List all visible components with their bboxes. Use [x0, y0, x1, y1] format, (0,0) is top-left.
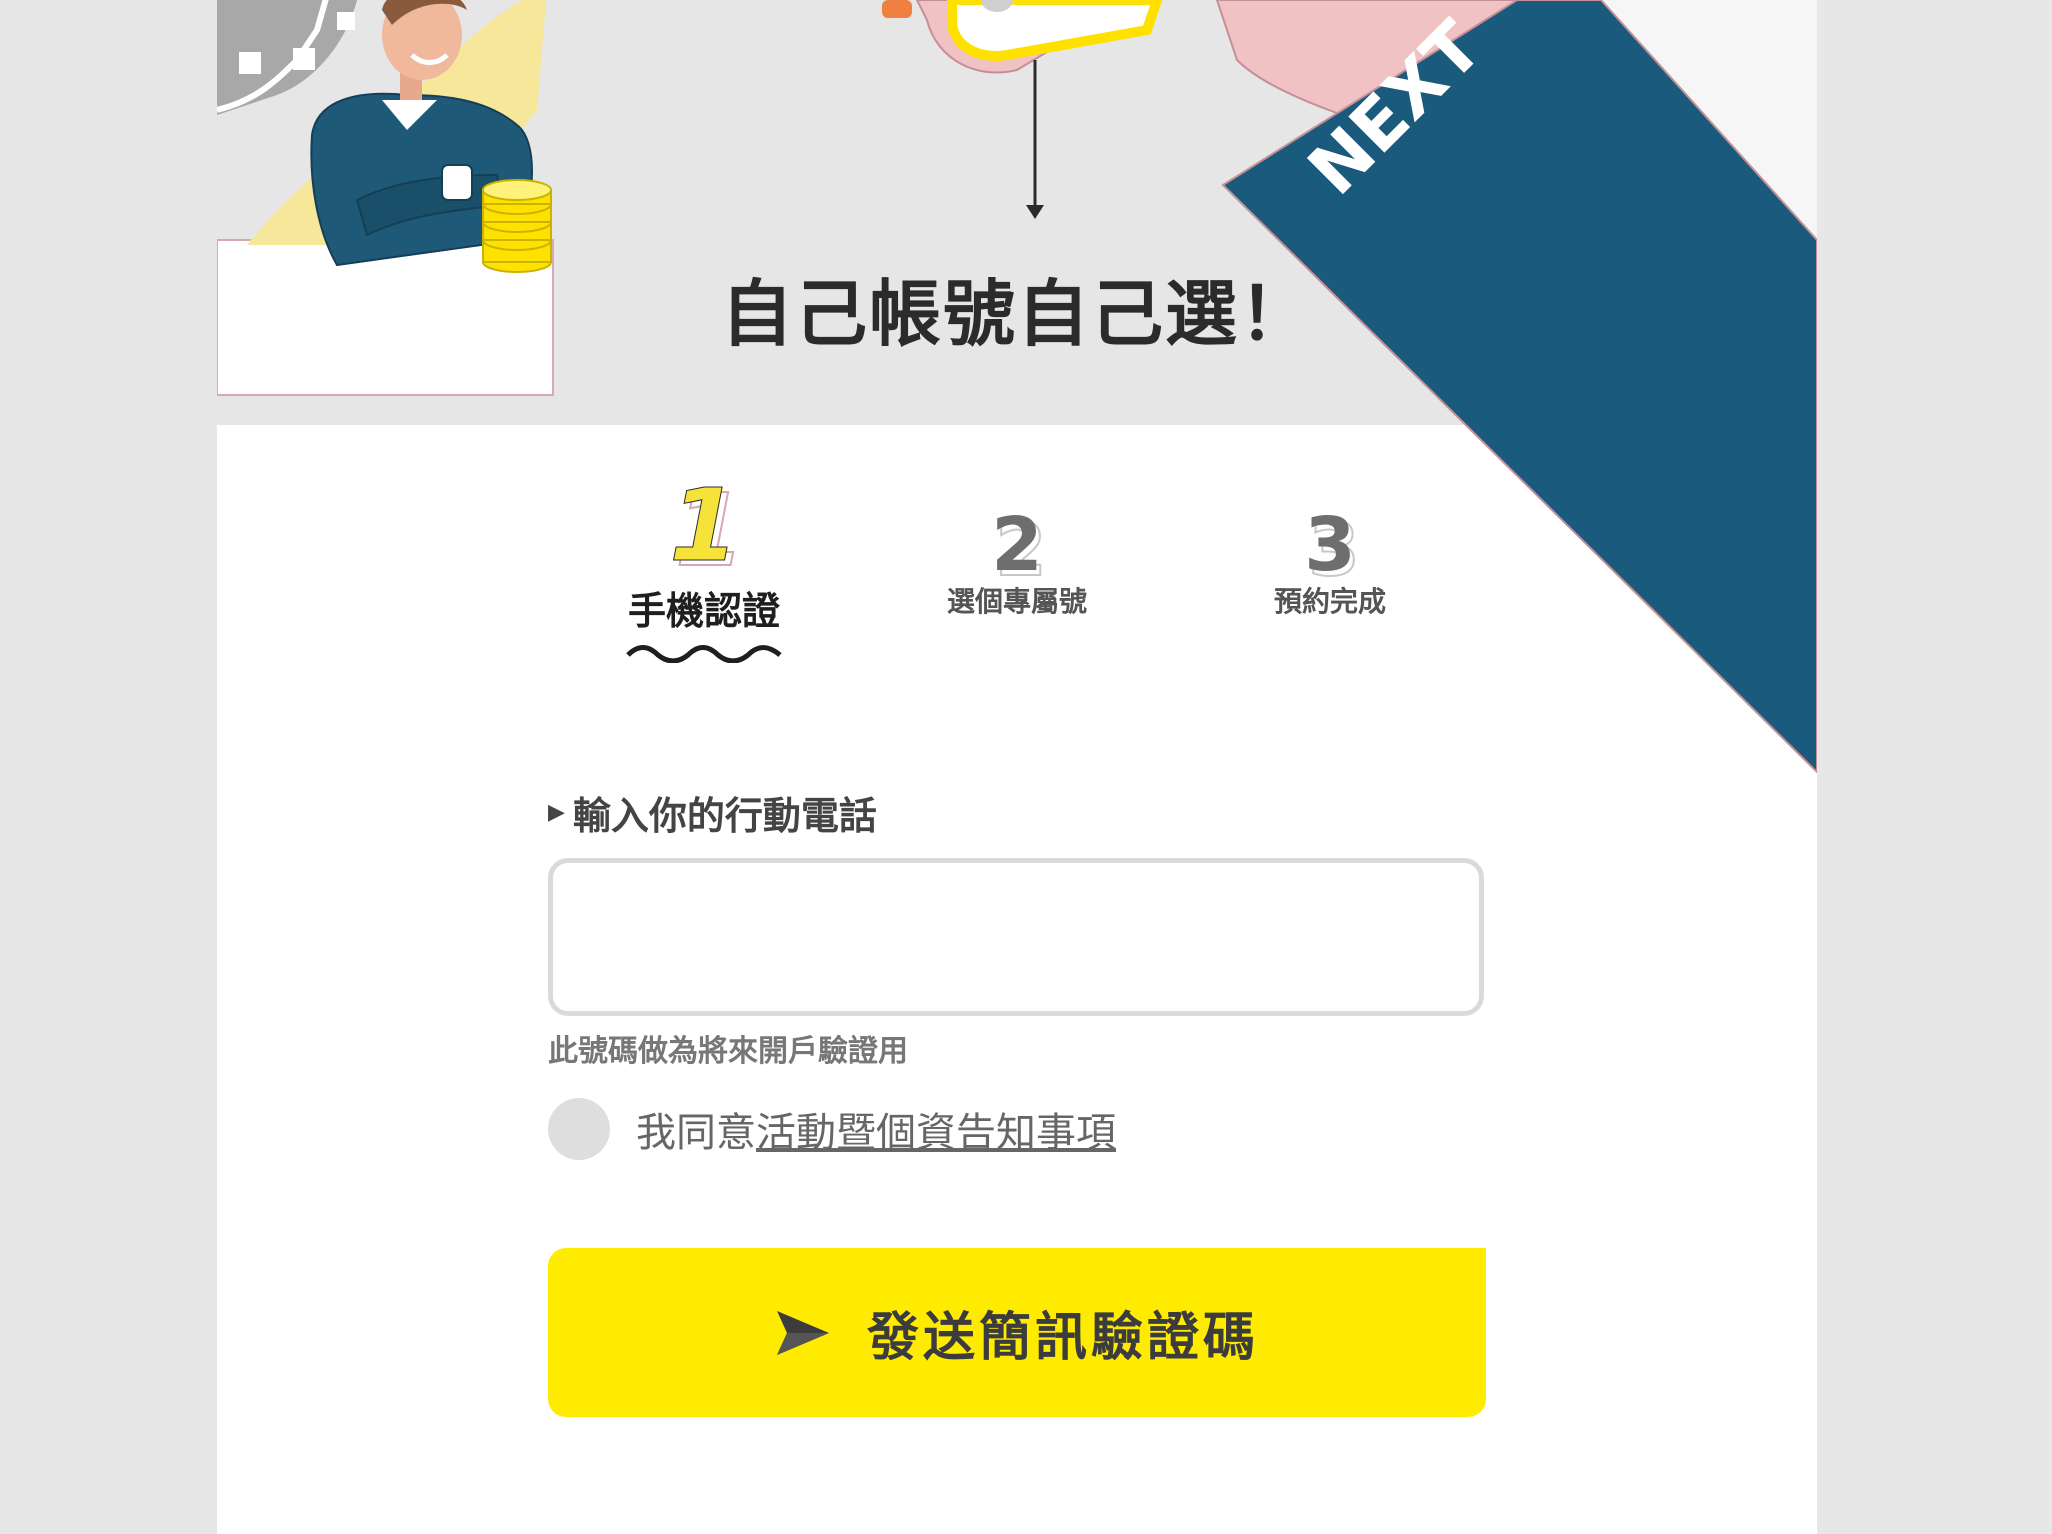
step-2-choose-number: 2 2 選個專屬號 — [897, 470, 1137, 620]
paper-plane-icon — [776, 1310, 829, 1355]
step-3-number-icon: 3 3 — [1304, 502, 1361, 580]
hero-illustration — [217, 0, 1598, 396]
agree-prefix-text: 我同意 — [636, 1110, 756, 1156]
step-1-number-icon: 1 1 — [669, 470, 746, 580]
send-sms-code-label: 發送簡訊驗證碼 — [866, 1309, 1259, 1367]
svg-text:1: 1 — [669, 470, 739, 580]
step-3-reservation-complete: 3 3 預約完成 — [1210, 470, 1450, 620]
step-1-label: 手機認證 — [627, 589, 780, 633]
step-3-label: 預約完成 — [1273, 585, 1386, 618]
hero-title: 自己帳號自己選！ — [720, 272, 1313, 356]
agree-checkbox[interactable] — [548, 1098, 610, 1160]
step-2-number-icon: 2 2 — [991, 502, 1048, 580]
send-sms-code-button[interactable]: 發送簡訊驗證碼 — [548, 1248, 1486, 1417]
triangle-bullet-icon: ▶ — [548, 800, 565, 825]
phone-verify-form: ▶ 輸入你的行動電話 此號碼做為將來開戶驗證用 我同意活動暨個資告知事項 — [548, 785, 1488, 1160]
svg-text:3: 3 — [1304, 502, 1356, 580]
agree-row: 我同意活動暨個資告知事項 — [548, 1098, 1488, 1160]
phone-hint-text: 此號碼做為將來開戶驗證用 — [548, 1034, 908, 1069]
progress-steps: 1 1 手機認證 2 2 選個專屬號 3 3 預約完成 — [217, 470, 1817, 670]
hero-banner: 自己帳號自己選！ — [217, 0, 1817, 425]
phone-field-label: ▶ 輸入你的行動電話 — [548, 785, 1488, 840]
page-container: 自己帳號自己選！ NEXT 1 1 手機認證 2 2 選個專屬號 3 3 預約完… — [217, 0, 1817, 1534]
active-step-wave-underline — [626, 645, 782, 663]
step-2-label: 選個專屬號 — [946, 585, 1087, 618]
svg-text:2: 2 — [991, 502, 1043, 580]
privacy-terms-link[interactable]: 活動暨個資告知事項 — [756, 1110, 1116, 1156]
phone-input[interactable] — [548, 858, 1484, 1016]
phone-field-label-text: 輸入你的行動電話 — [572, 794, 877, 838]
step-1-phone-verify: 1 1 手機認證 — [584, 470, 824, 663]
